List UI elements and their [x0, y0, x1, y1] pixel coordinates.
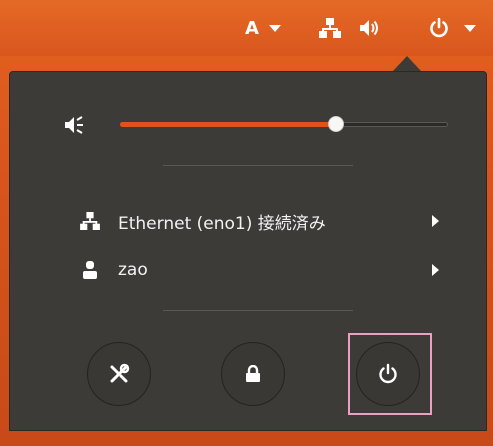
separator [163, 310, 353, 311]
input-method-caret-icon [269, 25, 282, 32]
input-method-label: A [245, 17, 260, 39]
volume-slider-fill [120, 122, 336, 127]
settings-tools-icon [110, 363, 130, 383]
input-method-indicator[interactable]: A [245, 14, 282, 42]
submenu-arrow-icon [432, 215, 439, 227]
volume-indicator[interactable] [356, 14, 384, 42]
user-icon [80, 260, 100, 280]
user-label: zao [118, 260, 148, 280]
system-menu-caret-icon [464, 25, 476, 32]
user-menu-item[interactable]: zao [10, 253, 486, 287]
power-button-highlight [348, 333, 432, 415]
top-panel: A [0, 0, 493, 56]
separator [163, 165, 353, 166]
volume-high-icon [360, 20, 378, 36]
system-menu: Ethernet (eno1) 接続済み zao [9, 71, 487, 431]
system-menu-button[interactable] [428, 14, 476, 42]
network-wired-icon [80, 211, 100, 231]
submenu-arrow-icon [432, 264, 439, 276]
volume-slider-handle[interactable] [328, 116, 344, 132]
ethernet-menu-item[interactable]: Ethernet (eno1) 接続済み [10, 204, 486, 238]
lock-button[interactable] [221, 342, 285, 406]
ethernet-label: Ethernet (eno1) 接続済み [118, 213, 326, 234]
lock-icon [246, 365, 260, 382]
volume-row [10, 110, 486, 138]
menu-pointer [393, 56, 421, 71]
network-wired-indicator[interactable] [316, 14, 344, 42]
power-icon [430, 17, 448, 38]
network-wired-icon [319, 18, 341, 38]
volume-icon [65, 116, 83, 134]
settings-button[interactable] [87, 342, 151, 406]
